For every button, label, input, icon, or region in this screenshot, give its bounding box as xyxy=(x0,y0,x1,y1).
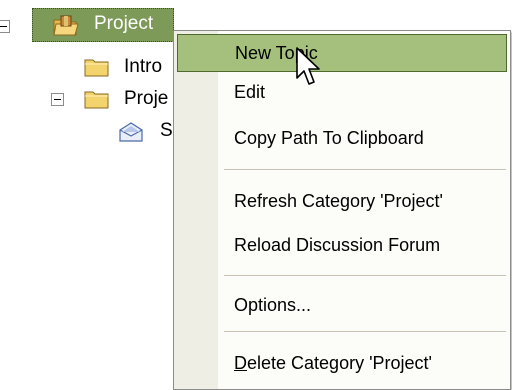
tree-item-label[interactable]: S xyxy=(160,118,173,144)
menu-item-label: Edit xyxy=(234,82,266,102)
menu-item-label: Reload Discussion Forum xyxy=(234,235,441,255)
collapse-toggle[interactable] xyxy=(51,93,64,106)
menu-item-options[interactable]: Options... xyxy=(177,287,507,325)
menu-item-delete-category[interactable]: Delete Category 'Project' xyxy=(177,345,507,383)
package-folder-icon xyxy=(53,15,79,36)
menu-item-label: Delete Category 'Project' xyxy=(234,352,432,374)
menu-separator xyxy=(224,169,506,171)
menu-item-new-topic[interactable]: New Topic xyxy=(177,34,507,72)
menu-item-copy-path[interactable]: Copy Path To Clipboard xyxy=(177,120,507,158)
menu-item-accelerator: D xyxy=(234,353,247,373)
menu-item-reload-forum[interactable]: Reload Discussion Forum xyxy=(177,227,507,265)
context-menu: New Topic Edit Copy Path To Clipboard Re… xyxy=(173,30,511,390)
tree-item-label[interactable]: Proje xyxy=(124,86,168,112)
menu-item-label-rest: elete Category 'Project' xyxy=(247,353,432,373)
mouse-pointer-icon xyxy=(296,47,320,85)
menu-item-label: Refresh Category 'Project' xyxy=(234,191,443,211)
menu-separator xyxy=(224,331,506,333)
menu-item-edit[interactable]: Edit xyxy=(177,74,507,112)
envelope-topic-icon xyxy=(119,122,143,142)
collapse-toggle-root[interactable] xyxy=(0,20,10,33)
menu-separator xyxy=(224,275,506,277)
folder-icon xyxy=(84,59,109,77)
tree-item-label[interactable]: Intro xyxy=(124,54,162,80)
menu-item-label: Options... xyxy=(234,295,312,315)
menu-item-refresh-category[interactable]: Refresh Category 'Project' xyxy=(177,183,507,221)
tree-item-label-root: Project xyxy=(94,13,154,34)
menu-item-label: Copy Path To Clipboard xyxy=(234,128,424,148)
folder-icon xyxy=(84,91,109,109)
screen: Project Intro Proje S New Topic Edit Cop… xyxy=(0,0,512,390)
